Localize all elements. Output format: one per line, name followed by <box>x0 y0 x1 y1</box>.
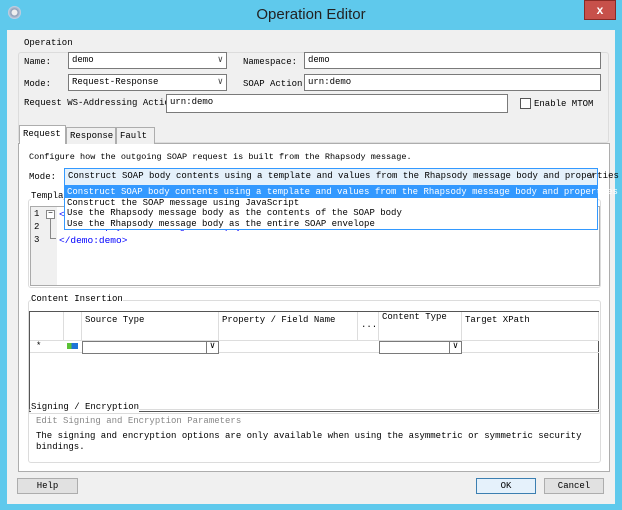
request-mode-label: Mode: <box>29 172 57 182</box>
source-type-cell-combo[interactable]: ∨ <box>82 341 219 354</box>
ws-addressing-label: Request WS-Addressing Action <box>24 98 176 108</box>
dropdown-option[interactable]: Construct the SOAP message using JavaScr… <box>65 198 597 209</box>
grid-header-icon <box>64 312 82 341</box>
mode-label: Mode: <box>24 79 52 89</box>
request-mode-value: Construct SOAP body contents using a tem… <box>68 171 619 181</box>
line-number: 2 <box>34 222 40 232</box>
content-insertion-grid[interactable]: Source Type Property / Field Name ... Co… <box>29 311 599 412</box>
line-number: 1 <box>34 209 40 219</box>
signing-group-label: Signing / Encryption <box>31 402 140 412</box>
enable-mtom-label: Enable MTOM <box>534 99 594 109</box>
grid-new-row[interactable]: * ∨ ∨ <box>30 341 599 354</box>
namespace-input[interactable]: demo <box>304 52 601 69</box>
tab-request[interactable]: Request <box>19 125 66 144</box>
edit-signing-link[interactable]: Edit Signing and Encryption Parameters <box>36 416 241 426</box>
chevron-down-icon: ∨ <box>588 171 594 181</box>
grid-header-target-xpath[interactable]: Target XPath <box>462 312 599 341</box>
dropdown-option[interactable]: Use the Rhapsody message body as the con… <box>65 208 597 219</box>
tab-fault[interactable]: Fault <box>116 127 155 144</box>
soap-action-label: SOAP Action: <box>243 79 308 89</box>
chevron-down-icon: ∨ <box>217 77 223 87</box>
mode-value: Request-Response <box>72 77 159 87</box>
tab-response[interactable]: Response <box>66 127 116 144</box>
line-number: 3 <box>34 235 40 245</box>
name-combo[interactable]: demo ∨ <box>68 52 227 69</box>
chevron-down-icon: ∨ <box>206 341 218 354</box>
insert-arrow-icon <box>67 343 78 349</box>
soap-action-input[interactable]: urn:demo <box>304 74 601 91</box>
ws-addressing-input[interactable]: urn:demo <box>166 94 508 113</box>
namespace-label: Namespace: <box>243 57 298 67</box>
new-row-marker: * <box>36 341 42 351</box>
enable-mtom-checkbox[interactable] <box>520 98 531 109</box>
chevron-down-icon: ∨ <box>449 341 461 354</box>
content-insertion-label: Content Insertion <box>31 294 123 304</box>
name-value: demo <box>72 55 94 65</box>
name-label: Name: <box>24 57 52 67</box>
grid-header-property-field-name[interactable]: Property / Field Name <box>219 312 358 341</box>
mode-combo[interactable]: Request-Response ∨ <box>68 74 227 91</box>
close-button[interactable]: x <box>584 0 616 20</box>
code-line: </demo:demo> <box>59 235 128 246</box>
operation-group-label: Operation <box>24 38 73 48</box>
help-button[interactable]: Help <box>17 478 78 494</box>
request-mode-dropdown-list: Construct SOAP body contents using a tem… <box>64 186 618 230</box>
chevron-down-icon: ∨ <box>217 55 223 65</box>
grid-header-source-type[interactable]: Source Type <box>82 312 219 341</box>
cancel-button[interactable]: Cancel <box>544 478 604 494</box>
request-description: Configure how the outgoing SOAP request … <box>29 152 412 162</box>
ok-button[interactable]: OK <box>476 478 536 494</box>
template-group-label: Templa <box>31 191 64 201</box>
dropdown-option[interactable]: Use the Rhapsody message body as the ent… <box>65 219 597 230</box>
grid-header-ellipsis[interactable]: ... <box>358 312 379 341</box>
signing-note-cont: bindings. <box>36 442 85 452</box>
grid-header-content-type[interactable]: Content Type <box>379 312 462 341</box>
fold-collapse-icon[interactable]: − <box>46 210 55 219</box>
signing-note: The signing and encryption options are o… <box>36 431 582 441</box>
window-title: Operation Editor <box>256 6 366 23</box>
content-type-cell-combo[interactable]: ∨ <box>379 341 462 354</box>
dropdown-option[interactable]: Construct SOAP body contents using a tem… <box>65 187 618 198</box>
grid-header-row-selector <box>30 312 64 341</box>
fold-line <box>50 219 56 239</box>
request-mode-combo[interactable]: Construct SOAP body contents using a tem… <box>64 168 619 186</box>
